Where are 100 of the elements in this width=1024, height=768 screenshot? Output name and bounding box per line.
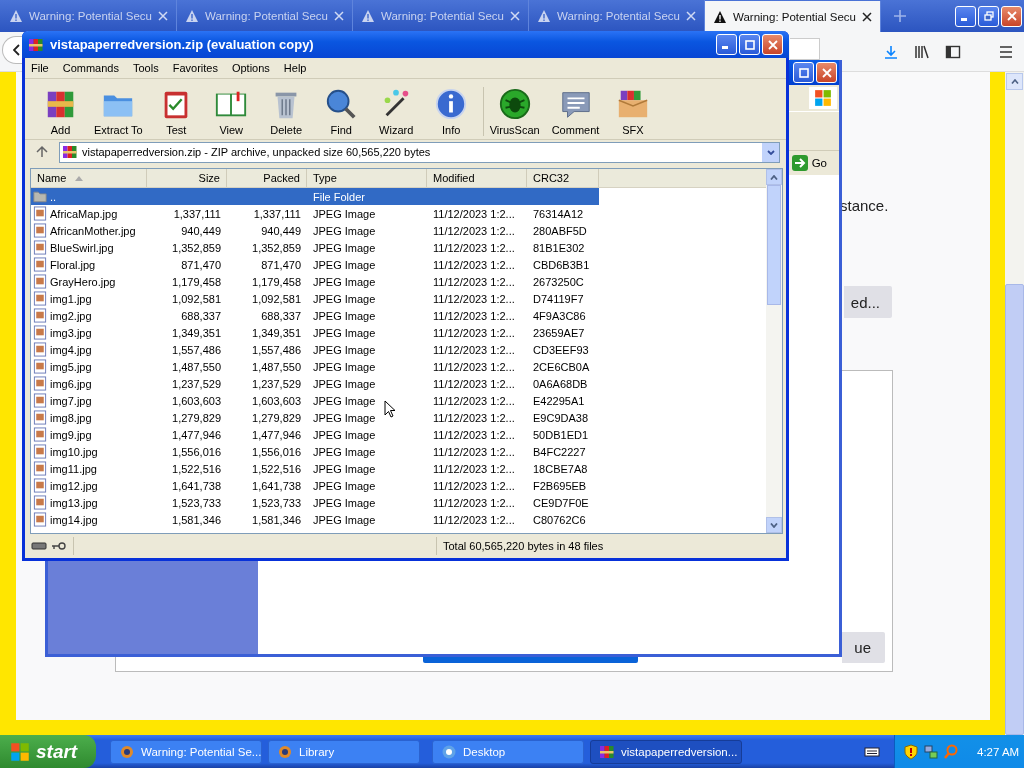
scrollbar[interactable] bbox=[1005, 72, 1024, 735]
close-button[interactable] bbox=[1001, 5, 1022, 27]
file-row[interactable]: img11.jpg 1,522,516 1,522,516 JPEG Image 11/12/2023 1:2... 18CBE7A8 bbox=[31, 460, 599, 477]
crc-cell: 76314A12 bbox=[533, 207, 584, 220]
menu-item[interactable]: File bbox=[31, 62, 49, 74]
file-name: Floral.jpg bbox=[50, 258, 96, 271]
packed-cell: 1,523,733 bbox=[252, 496, 301, 509]
toolbar-button[interactable]: Extract To bbox=[88, 87, 149, 136]
file-row[interactable]: .. File Folder bbox=[31, 188, 599, 205]
start-button[interactable]: start bbox=[0, 735, 96, 768]
file-name: img8.jpg bbox=[50, 411, 92, 424]
menu-icon[interactable] bbox=[998, 44, 1014, 60]
file-row[interactable]: GrayHero.jpg 1,179,458 1,179,458 JPEG Image 11/12/2023 1:2... 2673250C bbox=[31, 273, 599, 290]
column-header[interactable]: Modified bbox=[427, 169, 527, 187]
image-file-icon bbox=[33, 240, 47, 255]
address-field[interactable] bbox=[790, 38, 820, 60]
taskbar-button[interactable]: Library bbox=[268, 739, 420, 764]
image-file-icon bbox=[33, 257, 47, 272]
file-row[interactable]: img4.jpg 1,557,486 1,557,486 JPEG Image 11/12/2023 1:2... CD3EEF93 bbox=[31, 341, 599, 358]
menu-item[interactable]: Options bbox=[231, 62, 270, 74]
back-button[interactable] bbox=[2, 36, 22, 64]
file-row[interactable]: img9.jpg 1,477,946 1,477,946 JPEG Image 11/12/2023 1:2... 50DB1ED1 bbox=[31, 426, 599, 443]
advanced-button[interactable]: ed... bbox=[844, 286, 892, 318]
sidebar-icon[interactable] bbox=[945, 44, 961, 60]
close-button[interactable] bbox=[762, 34, 783, 55]
menu-item[interactable]: Commands bbox=[62, 62, 119, 74]
toolbar-button[interactable]: Add bbox=[33, 87, 88, 136]
download-icon[interactable] bbox=[883, 44, 899, 60]
file-row[interactable]: img12.jpg 1,641,738 1,641,738 JPEG Image 11/12/2023 1:2... F2B695EB bbox=[31, 477, 599, 494]
continue-button[interactable]: ue bbox=[842, 632, 885, 663]
column-header[interactable]: Size bbox=[147, 169, 227, 187]
file-row[interactable]: img10.jpg 1,556,016 1,556,016 JPEG Image 11/12/2023 1:2... B4FC2227 bbox=[31, 443, 599, 460]
file-row[interactable]: img6.jpg 1,237,529 1,237,529 JPEG Image 11/12/2023 1:2... 0A6A68DB bbox=[31, 375, 599, 392]
modified-cell: 11/12/2023 1:2... bbox=[433, 445, 515, 458]
column-header[interactable]: Packed bbox=[227, 169, 307, 187]
modified-cell: 11/12/2023 1:2... bbox=[433, 292, 515, 305]
file-row[interactable]: Floral.jpg 871,470 871,470 JPEG Image 11/12/2023 1:2... CBD6B3B1 bbox=[31, 256, 599, 273]
file-row[interactable]: img13.jpg 1,523,733 1,523,733 JPEG Image 11/12/2023 1:2... CE9D7F0E bbox=[31, 494, 599, 511]
file-row[interactable]: img8.jpg 1,279,829 1,279,829 JPEG Image 11/12/2023 1:2... E9C9DA38 bbox=[31, 409, 599, 426]
file-name: img4.jpg bbox=[50, 343, 92, 356]
library-icon[interactable] bbox=[914, 44, 930, 60]
toolbar-button[interactable]: Wizard bbox=[368, 87, 424, 136]
file-row[interactable]: img3.jpg 1,349,351 1,349,351 JPEG Image 11/12/2023 1:2... 23659AE7 bbox=[31, 324, 599, 341]
up-arrow-icon[interactable] bbox=[35, 145, 49, 159]
menu-item[interactable]: Tools bbox=[133, 62, 159, 74]
type-cell: JPEG Image bbox=[313, 360, 376, 373]
toolbar-button[interactable]: SFX bbox=[605, 87, 661, 136]
dropdown-button[interactable] bbox=[762, 142, 779, 162]
trash-icon bbox=[275, 92, 297, 119]
size-cell: 1,556,016 bbox=[172, 445, 221, 458]
minimize-button[interactable] bbox=[716, 34, 737, 55]
modified-cell: 11/12/2023 1:2... bbox=[433, 428, 515, 441]
file-row[interactable]: img1.jpg 1,092,581 1,092,581 JPEG Image 11/12/2023 1:2... D74119F7 bbox=[31, 290, 599, 307]
minimize-button[interactable] bbox=[955, 5, 976, 27]
toolbar-button[interactable]: Delete bbox=[258, 87, 314, 136]
taskbar-button[interactable]: vistapaperredversion... bbox=[590, 739, 742, 764]
close-icon[interactable] bbox=[862, 11, 872, 22]
column-header[interactable]: CRC32 bbox=[527, 169, 599, 187]
path-field[interactable]: vistapaperredversion.zip - ZIP archive, unpacked size 60,565,220 bytes bbox=[59, 141, 780, 163]
file-row[interactable]: AfricaMap.jpg 1,337,111 1,337,111 JPEG Image 11/12/2023 1:2... 76314A12 bbox=[31, 205, 599, 222]
toolbar-button[interactable]: Test bbox=[148, 87, 204, 136]
file-row[interactable]: img5.jpg 1,487,550 1,487,550 JPEG Image 11/12/2023 1:2... 2CE6CB0A bbox=[31, 358, 599, 375]
modified-cell: 11/12/2023 1:2... bbox=[433, 496, 515, 509]
toolbar-button[interactable]: Info bbox=[423, 87, 479, 136]
toolbar-button[interactable]: Find bbox=[313, 87, 369, 136]
file-row[interactable]: img14.jpg 1,581,346 1,581,346 JPEG Image 11/12/2023 1:2... C80762C6 bbox=[31, 511, 599, 528]
file-name: img1.jpg bbox=[50, 292, 92, 305]
toolbar-button[interactable]: VirusScan bbox=[482, 87, 546, 136]
books-icon bbox=[47, 91, 73, 118]
size-cell: 1,237,529 bbox=[172, 377, 221, 390]
status-text: Total 60,565,220 bytes in 48 files bbox=[443, 540, 604, 552]
warning-icon bbox=[9, 9, 23, 23]
toolbar-button[interactable]: View bbox=[203, 87, 259, 136]
column-header[interactable]: Name bbox=[31, 169, 147, 187]
keyboard-icon[interactable] bbox=[864, 745, 880, 758]
file-row[interactable]: img7.jpg 1,603,603 1,603,603 JPEG Image 11/12/2023 1:2... E42295A1 bbox=[31, 392, 599, 409]
maximize-button[interactable] bbox=[739, 34, 760, 55]
modified-cell: 11/12/2023 1:2... bbox=[433, 241, 515, 254]
browser-tab[interactable]: Warning: Potential Secu bbox=[705, 1, 881, 32]
taskbar-button[interactable]: Desktop bbox=[432, 739, 584, 764]
new-tab-icon[interactable] bbox=[893, 9, 907, 23]
restore-button[interactable] bbox=[978, 5, 999, 27]
close-icon bbox=[767, 39, 778, 50]
scrollbar[interactable] bbox=[766, 169, 782, 533]
go-button[interactable]: Go bbox=[791, 155, 839, 171]
taskbar-button[interactable]: Warning: Potential Se... bbox=[110, 739, 262, 764]
close-button[interactable] bbox=[816, 62, 837, 83]
file-row[interactable]: BlueSwirl.jpg 1,352,859 1,352,859 JPEG Image 11/12/2023 1:2... 81B1E302 bbox=[31, 239, 599, 256]
maximize-button[interactable] bbox=[793, 62, 814, 83]
file-row[interactable]: AfricanMother.jpg 940,449 940,449 JPEG Image 11/12/2023 1:2... 280ABF5D bbox=[31, 222, 599, 239]
sort-arrow-icon bbox=[74, 175, 85, 181]
menu-item[interactable]: Help bbox=[283, 62, 307, 74]
packed-cell: 1,641,738 bbox=[252, 479, 301, 492]
menu-item[interactable]: Favorites bbox=[172, 62, 218, 74]
shield-icon[interactable] bbox=[903, 743, 919, 760]
packed-cell: 940,449 bbox=[261, 224, 301, 237]
network-icon[interactable] bbox=[923, 743, 939, 760]
file-row[interactable]: img2.jpg 688,337 688,337 JPEG Image 11/12/2023 1:2... 4F9A3C86 bbox=[31, 307, 599, 324]
toolbar-button[interactable]: Comment bbox=[545, 87, 606, 136]
column-header[interactable]: Type bbox=[307, 169, 427, 187]
